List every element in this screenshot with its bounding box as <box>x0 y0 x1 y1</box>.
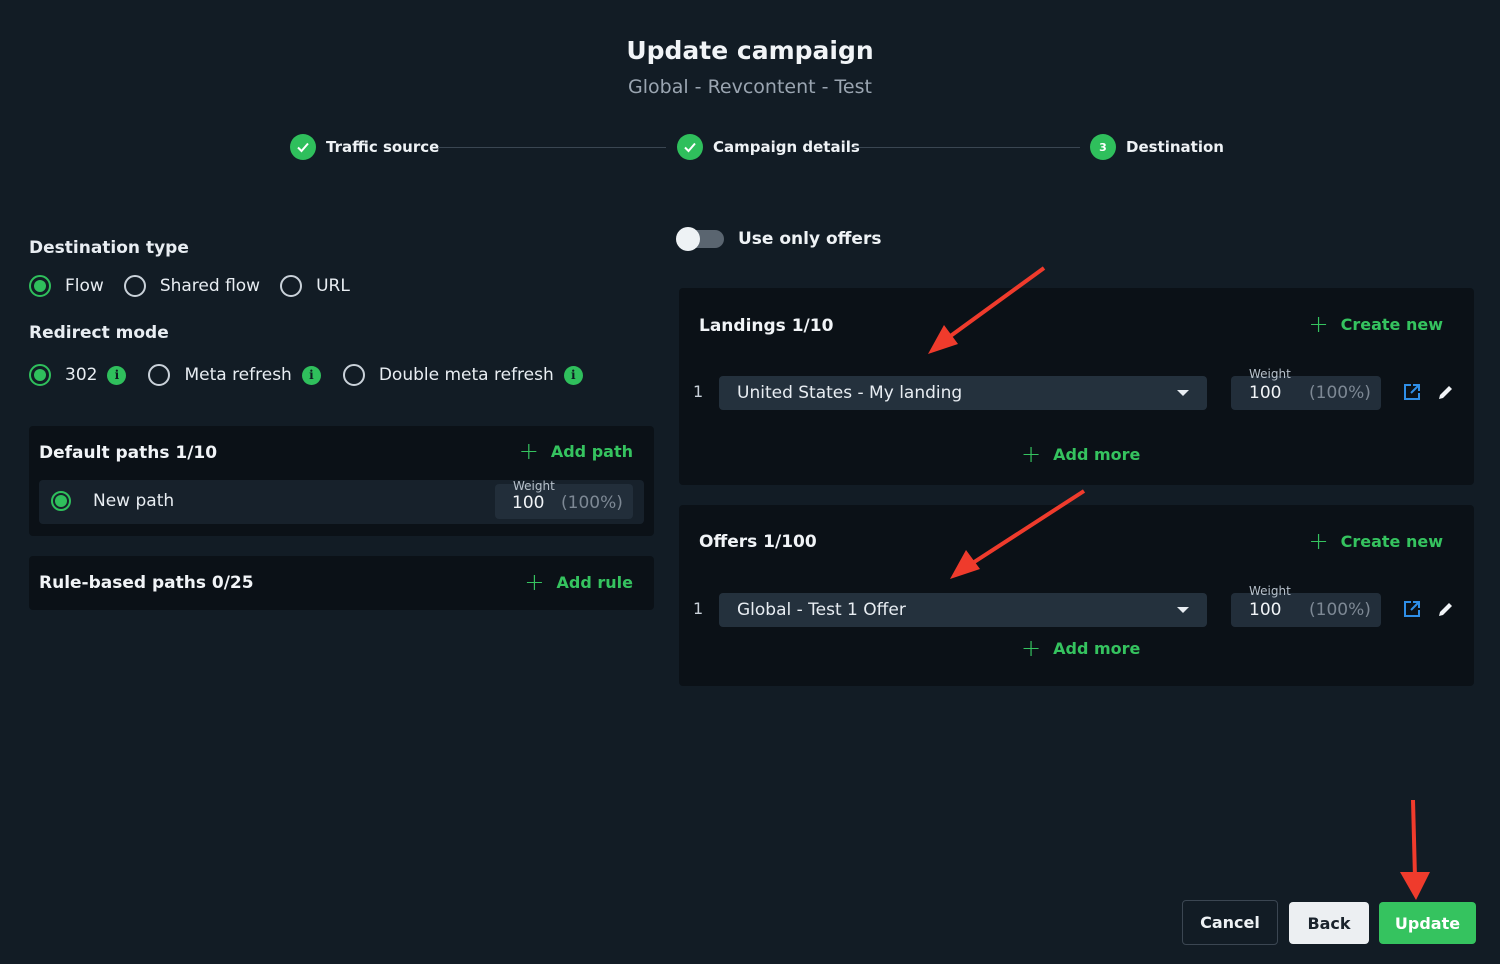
arrow-to-offer <box>950 489 1086 579</box>
arrow-to-update <box>1400 799 1430 900</box>
arrow-to-landing <box>928 266 1046 354</box>
annotation-arrows <box>928 266 1430 900</box>
